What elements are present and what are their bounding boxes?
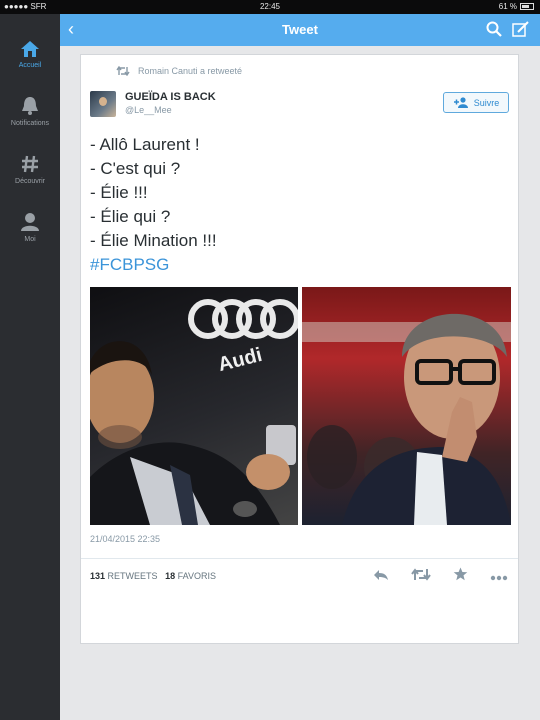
more-icon: [490, 575, 508, 580]
sidebar-item-label: Découvrir: [15, 178, 45, 185]
search-button[interactable]: [486, 21, 502, 42]
audi-rings-icon: [188, 299, 298, 339]
add-user-icon: [453, 97, 468, 108]
favorite-button[interactable]: [453, 567, 468, 586]
retweet-count[interactable]: 131: [90, 571, 105, 581]
content-area: Romain Canuti a retweeté GUEÏDA IS BACK …: [60, 46, 540, 720]
battery-icon: [520, 3, 534, 10]
divider: [81, 558, 518, 559]
photo-right-illustration: [302, 313, 511, 525]
favorite-count-label[interactable]: FAVORIS: [178, 571, 216, 581]
hashtag-link[interactable]: #FCBPSG: [90, 253, 217, 277]
author-handle[interactable]: @Le__Mee: [125, 105, 172, 115]
tweet-media[interactable]: Audi: [90, 287, 511, 525]
tweet-line: - C'est qui ?: [90, 159, 181, 178]
retweet-button[interactable]: [411, 567, 431, 586]
sidebar: Accueil Notifications Découvrir Moi: [0, 14, 60, 720]
retweet-count-label[interactable]: RETWEETS: [108, 571, 158, 581]
sidebar-item-label: Moi: [24, 236, 36, 243]
tweet-line: - Élie !!!: [90, 183, 148, 202]
sidebar-item-home[interactable]: Accueil: [0, 40, 60, 69]
tweet-timestamp: 21/04/2015 22:35: [90, 534, 161, 544]
tweet-text: - Allô Laurent ! - C'est qui ? - Élie !!…: [90, 133, 217, 277]
author-name[interactable]: GUEÏDA IS BACK: [125, 91, 216, 103]
star-icon: [453, 567, 468, 581]
sidebar-item-label: Notifications: [10, 120, 50, 127]
hashtag-icon: [22, 155, 38, 173]
status-bar: ●●●●● SFR 22:45 61 %: [0, 0, 540, 14]
tweet-actions: [373, 567, 508, 586]
tweet-line: - Allô Laurent !: [90, 135, 200, 154]
page-title: Tweet: [282, 22, 318, 37]
more-button[interactable]: [490, 568, 508, 586]
bell-icon: [22, 97, 38, 115]
retweeted-by: Romain Canuti a retweeté: [116, 66, 242, 76]
compose-button[interactable]: [512, 21, 530, 42]
retweet-icon: [116, 66, 130, 76]
tweet-stats: 131 RETWEETS 18 FAVORIS: [90, 571, 216, 581]
sidebar-item-discover[interactable]: Découvrir: [0, 154, 60, 185]
home-icon: [21, 41, 39, 57]
top-nav: ‹ Tweet: [60, 14, 540, 46]
battery-indicator: 61 %: [499, 2, 534, 11]
photo-left-illustration: [90, 299, 298, 525]
tweet-line: - Élie Mination !!!: [90, 231, 217, 250]
search-icon: [486, 21, 502, 37]
tweet-line: - Élie qui ?: [90, 207, 171, 226]
retweet-icon: [411, 567, 431, 581]
retweeted-text: Romain Canuti a retweeté: [138, 66, 243, 76]
follow-button[interactable]: Suivre: [443, 92, 509, 113]
photo-laurent-blanc: [302, 287, 511, 525]
photo-luis-enrique: Audi: [90, 287, 298, 525]
avatar[interactable]: [90, 91, 116, 117]
sidebar-item-notifications[interactable]: Notifications: [0, 96, 60, 127]
sidebar-item-me[interactable]: Moi: [0, 212, 60, 243]
clock-text: 22:45: [259, 2, 281, 11]
compose-icon: [512, 21, 529, 37]
reply-button[interactable]: [373, 568, 389, 586]
favorite-count[interactable]: 18: [165, 571, 175, 581]
sidebar-item-label: Accueil: [18, 62, 42, 69]
person-icon: [21, 213, 39, 231]
follow-label: Suivre: [473, 97, 500, 108]
reply-icon: [374, 569, 388, 580]
battery-percent: 61 %: [498, 2, 517, 11]
tweet-card: Romain Canuti a retweeté GUEÏDA IS BACK …: [80, 54, 519, 644]
